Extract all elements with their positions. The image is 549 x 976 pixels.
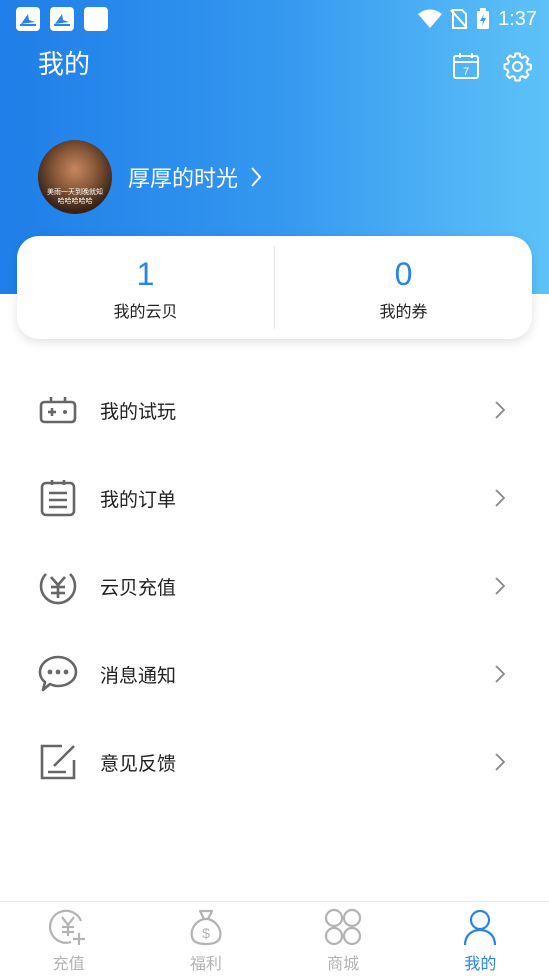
tab-welfare[interactable]: $ 福利 xyxy=(137,902,274,976)
chevron-right-icon xyxy=(495,753,505,771)
page-title: 我的 xyxy=(38,50,91,80)
stat-yunbei-label: 我的云贝 xyxy=(113,301,178,321)
menu-label: 云贝充值 xyxy=(100,576,177,599)
recharge-icon xyxy=(48,909,85,945)
chevron-right-icon xyxy=(251,167,262,187)
stats-card: 1 我的云贝 0 我的券 xyxy=(17,236,532,339)
menu-list: 我的试玩 我的订单 云贝充值 消息通知 意见反馈 xyxy=(0,366,549,806)
stat-coupons-value: 0 xyxy=(394,255,413,292)
stat-coupons-label: 我的券 xyxy=(379,301,428,321)
status-time: 1:37 xyxy=(498,7,537,30)
feedback-edit-icon xyxy=(38,742,78,782)
message-bubble-icon xyxy=(38,654,78,694)
wifi-icon xyxy=(418,9,443,28)
username: 厚厚的时光 xyxy=(128,167,239,192)
yuan-coin-icon xyxy=(38,566,78,606)
tab-label: 福利 xyxy=(189,954,222,973)
menu-item-recharge[interactable]: 云贝充值 xyxy=(0,542,549,630)
tab-mine[interactable]: 我的 xyxy=(412,902,549,976)
grid-icon xyxy=(325,908,362,946)
tab-recharge[interactable]: 充值 xyxy=(0,902,137,976)
chevron-right-icon xyxy=(495,665,505,683)
menu-label: 我的试玩 xyxy=(100,400,177,423)
svg-text:$: $ xyxy=(202,925,210,941)
calendar-day-text: 7 xyxy=(463,66,469,78)
tab-mall[interactable]: 商城 xyxy=(275,902,412,976)
profile-row[interactable]: 美雨一天到晚就知 哈哈哈哈哈 厚厚的时光 xyxy=(38,140,262,214)
menu-item-my-orders[interactable]: 我的订单 xyxy=(0,454,549,542)
notification-blank-icon xyxy=(84,7,108,31)
tab-label: 我的 xyxy=(464,954,497,973)
stat-coupons[interactable]: 0 我的券 xyxy=(275,236,532,339)
no-sim-icon xyxy=(450,9,468,29)
chevron-right-icon xyxy=(495,577,505,595)
calendar-icon[interactable]: 7 xyxy=(452,52,480,80)
menu-item-notifications[interactable]: 消息通知 xyxy=(0,630,549,718)
status-bar: 1:37 xyxy=(0,0,549,38)
chevron-right-icon xyxy=(495,401,505,419)
chevron-right-icon xyxy=(495,489,505,507)
gamepad-icon xyxy=(38,390,78,430)
notification-app-icon xyxy=(50,7,74,31)
tab-label: 商城 xyxy=(327,954,360,973)
tab-label: 充值 xyxy=(52,954,85,973)
avatar[interactable]: 美雨一天到晚就知 哈哈哈哈哈 xyxy=(38,140,112,214)
menu-label: 意见反馈 xyxy=(100,752,177,775)
battery-charging-icon xyxy=(477,8,490,29)
menu-label: 我的订单 xyxy=(100,488,177,511)
menu-item-feedback[interactable]: 意见反馈 xyxy=(0,718,549,806)
notification-app-icon xyxy=(16,7,40,31)
order-list-icon xyxy=(38,478,78,518)
stat-yunbei-value: 1 xyxy=(136,255,155,292)
avatar-caption: 美雨一天到晚就知 哈哈哈哈哈 xyxy=(47,188,103,205)
bottom-tab-bar: 充值 $ 福利 商城 我的 xyxy=(0,901,549,976)
money-bag-icon: $ xyxy=(190,909,222,946)
menu-label: 消息通知 xyxy=(100,664,177,687)
settings-gear-icon[interactable] xyxy=(502,51,533,82)
menu-item-my-trials[interactable]: 我的试玩 xyxy=(0,366,549,454)
stat-yunbei[interactable]: 1 我的云贝 xyxy=(17,236,274,339)
person-icon xyxy=(464,909,497,946)
